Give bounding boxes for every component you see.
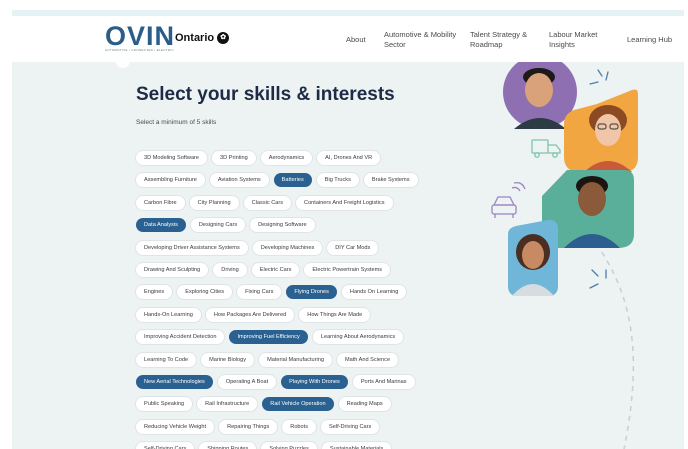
- main-panel: Select your skills & interests Select a …: [12, 62, 684, 449]
- nav-automotive-sector[interactable]: Automotive & Mobility Sector: [384, 30, 466, 50]
- site-header: OVIN AUTOMOTIVE • CONNECTED • ELECTRIC O…: [12, 16, 684, 63]
- logo-tagline: AUTOMOTIVE • CONNECTED • ELECTRIC: [105, 48, 174, 52]
- nav-about[interactable]: About: [346, 35, 366, 45]
- ontario-logo[interactable]: Ontario ✿: [175, 32, 230, 44]
- nav-talent-strategy[interactable]: Talent Strategy & Roadmap: [470, 30, 534, 50]
- logo-wordmark: OVIN: [105, 21, 176, 51]
- car-signal-icon: [491, 181, 526, 218]
- nav-labour-market[interactable]: Labour Market Insights: [549, 30, 605, 50]
- truck-icon: [531, 139, 561, 158]
- nav-learning-hub[interactable]: Learning Hub: [627, 35, 672, 45]
- ontario-label: Ontario: [175, 32, 215, 44]
- ontario-trillium-icon: ✿: [217, 32, 230, 44]
- illustration-collage: [491, 62, 638, 449]
- ovin-logo[interactable]: OVIN AUTOMOTIVE • CONNECTED • ELECTRIC: [105, 21, 176, 53]
- avatar-woman: [508, 219, 558, 296]
